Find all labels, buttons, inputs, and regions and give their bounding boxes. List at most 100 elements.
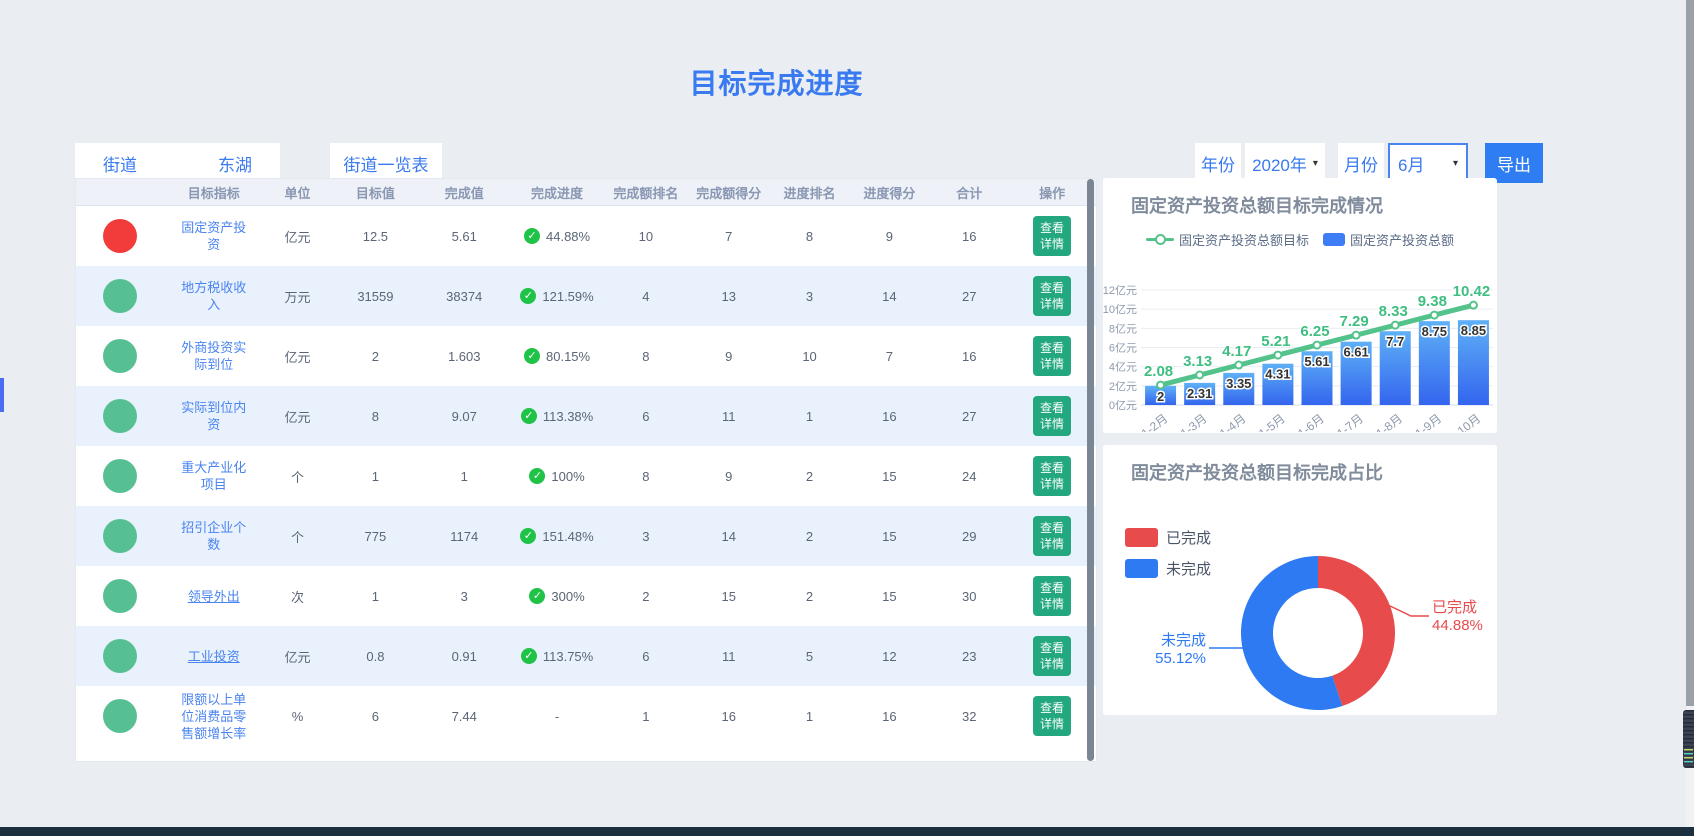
legend-item-actual[interactable]: 固定资产投资总额 [1323,230,1454,249]
status-dot-red [103,219,137,253]
column-header: 单位 [264,183,332,202]
progress-cell: ✓300% [509,588,605,604]
indicator-link[interactable]: 领导外出 [188,588,240,605]
indicator-link[interactable]: 固定资产投资 [177,219,251,253]
svg-text:10.42: 10.42 [1453,283,1491,300]
progress-cell: ✓100% [509,468,605,484]
month-label: 月份 [1338,143,1384,183]
table-cell: 1 [331,589,419,604]
indicator-link[interactable]: 招引企业个数 [177,519,251,553]
progress-value: 151.48% [542,529,593,544]
table-row: 重大产业化项目个11✓100%8921524查看详情 [76,446,1096,506]
month-select[interactable]: 6月 ▾ [1388,143,1468,183]
svg-text:0亿元: 0亿元 [1109,399,1137,412]
column-header: 完成进度 [509,183,605,202]
view-detail-button[interactable]: 查看详情 [1033,336,1071,376]
view-detail-button[interactable]: 查看详情 [1033,216,1071,256]
table-cell: 16 [848,709,930,724]
page-scrollbar-thumb[interactable] [1686,0,1694,706]
street-value[interactable]: 东湖 [218,151,252,176]
legend-item-target[interactable]: 固定资产投资总额目标 [1146,230,1309,249]
progress-value: 80.15% [546,349,590,364]
investment-ratio-card: 固定资产投资总额目标完成占比 已完成 未完成 已完成44.88%未完成55.12… [1103,445,1497,715]
indicator-link[interactable]: 地方税收收入 [177,279,251,313]
drawer-handle[interactable] [0,378,4,412]
table-cell: 9.07 [419,409,509,424]
table-cell: 13 [687,289,771,304]
view-detail-button[interactable]: 查看详情 [1033,576,1071,616]
table-row: 领导外出次13✓300%21521530查看详情 [76,566,1096,626]
export-button[interactable]: 导出 [1485,143,1543,183]
table-row: 固定资产投资亿元12.55.61✓44.88%1078916查看详情 [76,206,1096,266]
table-cell: 23 [930,649,1008,664]
chevron-down-icon: ▾ [1453,158,1458,169]
table-cell: 个 [264,467,332,486]
table-cell: 15 [687,589,771,604]
indicator-link[interactable]: 外商投资实际到位 [177,339,251,373]
street-list-label: 街道一览表 [344,151,429,176]
status-dot-green [103,399,137,433]
table-row: 限额以上单位消费品零售额增长率%67.44-11611632查看详情 [76,686,1096,746]
svg-text:1-8月: 1-8月 [1373,411,1405,432]
table-cell: 0.91 [419,649,509,664]
svg-text:55.12%: 55.12% [1155,650,1206,667]
svg-text:44.88%: 44.88% [1432,617,1483,634]
progress-value: 44.88% [546,229,590,244]
check-circle-icon: ✓ [521,648,537,664]
table-cell: 0.8 [331,649,419,664]
table-cell: 2 [331,349,419,364]
progress-cell: ✓113.38% [509,408,605,424]
indicator-link[interactable]: 工业投资 [188,648,240,665]
status-dot-green [103,459,137,493]
table-cell: 24 [930,469,1008,484]
svg-text:8.33: 8.33 [1379,303,1408,320]
table-row: 招引企业个数个7751174✓151.48%31421529查看详情 [76,506,1096,566]
indicator-link[interactable]: 重大产业化项目 [177,459,251,493]
progress-value: - [555,709,559,724]
table-cell: 1174 [419,529,509,544]
table-row: 工业投资亿元0.80.91✓113.75%61151223查看详情 [76,626,1096,686]
check-circle-icon: ✓ [524,348,540,364]
progress-value: 121.59% [542,289,593,304]
view-detail-button[interactable]: 查看详情 [1033,456,1071,496]
svg-text:3.13: 3.13 [1183,353,1212,370]
table-cell: 12 [848,649,930,664]
progress-cell: ✓121.59% [509,288,605,304]
table-cell: 万元 [264,287,332,306]
view-detail-button[interactable]: 查看详情 [1033,396,1071,436]
table-row: 实际到位内资亿元89.07✓113.38%61111627查看详情 [76,386,1096,446]
table-cell: 7 [848,349,930,364]
table-cell: 3 [605,529,687,544]
indicator-link[interactable]: 限额以上单位消费品零售额增长率 [177,691,251,742]
indicator-link[interactable]: 实际到位内资 [177,399,251,433]
year-select[interactable]: 2020年 ▾ [1245,143,1325,183]
svg-text:1-6月: 1-6月 [1295,411,1327,432]
street-list-button[interactable]: 街道一览表 [330,143,442,183]
table-body: 目标指标单位目标值完成值完成进度完成额排名完成额得分进度排名进度得分合计操作固定… [76,179,1096,746]
view-detail-button[interactable]: 查看详情 [1033,636,1071,676]
minimap-widget[interactable] [1683,710,1694,768]
svg-text:6.25: 6.25 [1300,323,1329,340]
table-cell: 5 [771,649,849,664]
svg-text:5.61: 5.61 [1304,354,1329,369]
view-detail-button[interactable]: 查看详情 [1033,516,1071,556]
table-cell: 10 [605,229,687,244]
table-cell: 亿元 [264,227,332,246]
progress-cell: - [509,709,605,724]
table-cell: 3 [771,289,849,304]
investment-progress-card: 固定资产投资总额目标完成情况 固定资产投资总额目标 固定资产投资总额 0亿元2亿… [1103,178,1497,433]
status-dot-green [103,519,137,553]
svg-text:6亿元: 6亿元 [1109,342,1137,355]
table-cell: 亿元 [264,647,332,666]
svg-text:12亿元: 12亿元 [1103,284,1137,297]
svg-text:10亿元: 10亿元 [1103,303,1137,316]
street-filter: 街道 东湖 [75,143,280,183]
table-cell: % [264,709,332,724]
table-row: 地方税收收入万元3155938374✓121.59%41331427查看详情 [76,266,1096,326]
svg-text:已完成: 已完成 [1432,599,1477,616]
status-dot-green [103,699,137,733]
view-detail-button[interactable]: 查看详情 [1033,696,1071,736]
table-scrollbar[interactable] [1087,179,1094,761]
donut-chart: 已完成44.88%未完成55.12% [1103,445,1497,715]
view-detail-button[interactable]: 查看详情 [1033,276,1071,316]
